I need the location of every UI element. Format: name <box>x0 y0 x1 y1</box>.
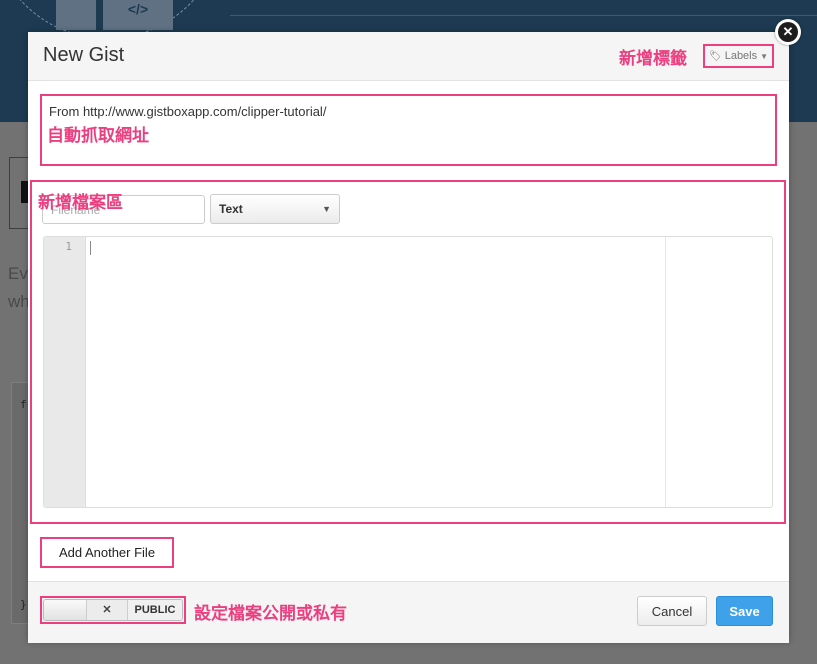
description-annotation: 自動抓取網址 <box>47 126 149 145</box>
background-logo-left <box>56 0 96 30</box>
background-logo-code: </> <box>103 0 173 30</box>
save-button[interactable]: Save <box>716 596 773 626</box>
background-text: Ev wh <box>8 260 30 316</box>
line-number-gutter: 1 <box>44 237 86 507</box>
code-editor[interactable]: 1 <box>43 236 773 508</box>
background-divider <box>230 15 817 16</box>
description-field[interactable]: From http://www.gistboxapp.com/clipper-t… <box>49 104 326 119</box>
tag-icon: 🏷︎ <box>709 50 722 62</box>
background-text-line: wh <box>8 292 30 311</box>
file-section-annotation: 新增檔案區 <box>38 193 123 212</box>
visibility-toggle[interactable]: ✕ PUBLIC <box>43 599 183 621</box>
new-gist-dialog: New Gist 新增標籤 🏷︎ Labels ▼ From http://ww… <box>28 32 789 643</box>
dialog-title: New Gist <box>43 44 125 66</box>
add-another-file-button[interactable]: Add Another File <box>43 540 171 565</box>
visibility-label: PUBLIC <box>128 600 182 620</box>
print-margin <box>665 237 666 507</box>
cancel-button[interactable]: Cancel <box>637 596 707 626</box>
toggle-knob[interactable] <box>44 600 87 620</box>
labels-annotation: 新增標籤 <box>619 49 687 68</box>
close-icon: ✕ <box>778 22 798 42</box>
chevron-down-icon: ▼ <box>322 204 331 214</box>
chevron-down-icon: ▼ <box>760 51 769 61</box>
background-text-line: Ev <box>8 264 28 283</box>
labels-button[interactable]: 🏷︎ Labels ▼ <box>709 48 770 64</box>
language-select[interactable]: Text ▼ <box>210 194 340 224</box>
text-cursor <box>90 241 91 255</box>
background-code-line: } <box>20 598 27 611</box>
close-dialog-button[interactable]: ✕ <box>775 19 801 45</box>
labels-button-label: Labels <box>724 50 758 62</box>
visibility-annotation: 設定檔案公開或私有 <box>194 604 347 623</box>
background-code-line: f <box>20 398 27 411</box>
language-select-value: Text <box>219 202 243 216</box>
close-icon: ✕ <box>87 600 128 620</box>
line-number: 1 <box>65 240 72 253</box>
